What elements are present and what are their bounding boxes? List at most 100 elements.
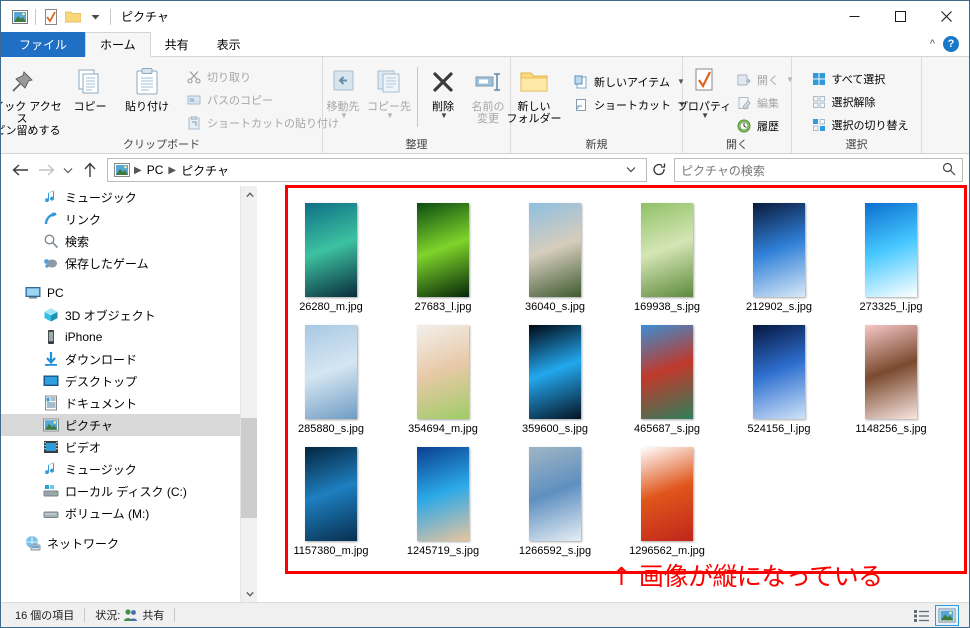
file-thumbnail-wrap xyxy=(281,200,381,297)
tab-share[interactable]: 共有 xyxy=(151,32,203,57)
nav-gap xyxy=(1,274,257,282)
invert-selection-label: 選択の切り替え xyxy=(831,119,909,132)
file-tile[interactable]: 273325_l.jpg xyxy=(835,200,947,322)
properties-caret-icon[interactable]: ▼ xyxy=(701,112,709,120)
breadcrumb[interactable]: ▶ PC ▶ ピクチャ xyxy=(107,158,647,182)
file-tile[interactable]: 359600_s.jpg xyxy=(499,322,611,444)
qat-dropdown-caret-icon[interactable] xyxy=(84,6,106,28)
search-icon[interactable] xyxy=(942,162,956,179)
tab-file[interactable]: ファイル xyxy=(1,32,86,57)
file-tile[interactable]: 354694_m.jpg xyxy=(387,322,499,444)
file-tile[interactable]: 169938_s.jpg xyxy=(611,200,723,322)
breadcrumb-item-pictures[interactable]: ピクチャ xyxy=(178,162,232,179)
file-tile[interactable]: 1245719_s.jpg xyxy=(387,444,499,566)
file-tile[interactable]: 1296562_m.jpg xyxy=(611,444,723,566)
large-icons-view-button[interactable] xyxy=(935,604,959,626)
sidebar-scroll-down-button[interactable] xyxy=(241,585,257,602)
new-folder-button[interactable]: 新しい フォルダー xyxy=(503,61,565,125)
pin-to-quick-access-button[interactable]: クイック アクセス にピン留めする xyxy=(1,61,64,137)
file-tile[interactable]: 1157380_m.jpg xyxy=(275,444,387,566)
edit-button[interactable]: 編集 xyxy=(732,92,798,113)
edit-icon xyxy=(736,95,752,111)
maximize-button[interactable] xyxy=(877,1,923,32)
sidebar-item-1[interactable]: リンク xyxy=(1,208,257,230)
sidebar-scrollbar-thumb[interactable] xyxy=(241,418,257,518)
up-button[interactable] xyxy=(77,157,103,183)
invert-selection-button[interactable]: 選択の切り替え xyxy=(807,114,913,135)
copy-path-button[interactable]: W... パスのコピー xyxy=(182,89,343,110)
breadcrumb-separator-1[interactable]: ▶ xyxy=(132,165,144,176)
paste-button[interactable]: 貼り付け xyxy=(116,61,178,113)
sidebar-item-8[interactable]: デスクトップ xyxy=(1,370,257,392)
file-tile[interactable]: 26280_m.jpg xyxy=(275,200,387,322)
file-thumbnail xyxy=(305,325,357,419)
sidebar-item-6[interactable]: iPhone xyxy=(1,326,257,348)
properties-button[interactable]: プロパティ ▼ xyxy=(676,61,732,120)
sidebar-item-13[interactable]: ローカル ディスク (C:) xyxy=(1,480,257,502)
select-none-label: 選択解除 xyxy=(831,96,876,109)
sidebar-scrollbar[interactable] xyxy=(240,186,257,602)
details-view-button[interactable] xyxy=(909,605,933,626)
help-icon[interactable]: ? xyxy=(943,36,959,52)
close-button[interactable] xyxy=(923,1,969,32)
forward-button[interactable] xyxy=(33,157,59,183)
new-item-button[interactable]: 新しいアイテム ▼ xyxy=(569,71,690,92)
file-tile[interactable]: 212902_s.jpg xyxy=(723,200,835,322)
file-list-pane[interactable]: 26280_m.jpg 27683_l.jpg 36040_s.jpg 169938_… xyxy=(257,186,969,602)
sidebar-item-7[interactable]: ダウンロード xyxy=(1,348,257,370)
chevron-up-icon[interactable]: ^ xyxy=(930,38,935,50)
sidebar-item-3[interactable]: 保存したゲーム xyxy=(1,252,257,274)
new-folder-icon[interactable] xyxy=(62,6,84,28)
sidebar-scroll-up-button[interactable] xyxy=(241,186,257,203)
tab-home[interactable]: ホーム xyxy=(85,32,151,57)
sidebar-item-12[interactable]: ミュージック xyxy=(1,458,257,480)
sidebar-item-9[interactable]: ドキュメント xyxy=(1,392,257,414)
back-button[interactable] xyxy=(7,157,33,183)
cut-button[interactable]: 切り取り xyxy=(182,66,343,87)
properties-icon[interactable] xyxy=(40,6,62,28)
paste-shortcut-button[interactable]: ショートカットの貼り付け xyxy=(182,112,343,133)
breadcrumb-separator-2[interactable]: ▶ xyxy=(166,165,178,176)
sidebar-item-10[interactable]: ピクチャ xyxy=(1,414,257,436)
open-button[interactable]: 開く ▼ xyxy=(732,69,798,90)
move-to-caret-icon[interactable]: ▼ xyxy=(340,112,348,120)
sidebar-item-label: ミュージック xyxy=(65,462,137,477)
tab-view[interactable]: 表示 xyxy=(203,32,255,57)
sidebar-item-4[interactable]: PC xyxy=(1,282,257,304)
delete-caret-icon[interactable]: ▼ xyxy=(440,112,448,120)
minimize-button[interactable] xyxy=(831,1,877,32)
breadcrumb-dropdown-icon[interactable] xyxy=(620,165,642,176)
select-none-button[interactable]: 選択解除 xyxy=(807,91,913,112)
file-tile[interactable]: 27683_l.jpg xyxy=(387,200,499,322)
view-mode-buttons xyxy=(909,604,963,626)
file-tile[interactable]: 465687_s.jpg xyxy=(611,322,723,444)
new-small-buttons: 新しいアイテム ▼ ショートカット ▼ xyxy=(569,61,690,115)
sidebar-item-15[interactable]: ネットワーク xyxy=(1,532,257,554)
open-label: 開く xyxy=(757,74,780,87)
history-button[interactable]: 履歴 xyxy=(732,115,798,136)
file-tile[interactable]: 285880_s.jpg xyxy=(275,322,387,444)
group-label-organize: 整理 xyxy=(405,139,428,151)
search-input[interactable]: ピクチャの検索 xyxy=(674,158,963,182)
sidebar-item-2[interactable]: 検索 xyxy=(1,230,257,252)
move-to-button[interactable]: 移動先 ▼ xyxy=(321,61,365,120)
sidebar-item-0[interactable]: ミュージック xyxy=(1,186,257,208)
file-tile[interactable]: 1266592_s.jpg xyxy=(499,444,611,566)
copy-to-caret-icon[interactable]: ▼ xyxy=(386,112,394,120)
sidebar-item-11[interactable]: ビデオ xyxy=(1,436,257,458)
qat-divider-2 xyxy=(110,8,111,25)
file-tile[interactable]: 1148256_s.jpg xyxy=(835,322,947,444)
recent-locations-button[interactable] xyxy=(59,157,77,183)
copy-button[interactable]: コピー xyxy=(64,61,116,113)
sidebar-item-14[interactable]: ボリューム (M:) xyxy=(1,502,257,524)
file-tile[interactable]: 36040_s.jpg xyxy=(499,200,611,322)
breadcrumb-item-pc[interactable]: PC xyxy=(144,163,167,177)
copy-to-button[interactable]: コピー先 ▼ xyxy=(365,61,413,120)
system-menu-picture-icon[interactable] xyxy=(9,6,31,28)
delete-button[interactable]: 削除 ▼ xyxy=(422,61,464,120)
shortcut-button[interactable]: ショートカット ▼ xyxy=(569,94,690,115)
refresh-button[interactable] xyxy=(647,158,671,182)
select-all-button[interactable]: すべて選択 xyxy=(807,68,913,89)
file-tile[interactable]: 524156_l.jpg xyxy=(723,322,835,444)
sidebar-item-5[interactable]: 3D オブジェクト xyxy=(1,304,257,326)
